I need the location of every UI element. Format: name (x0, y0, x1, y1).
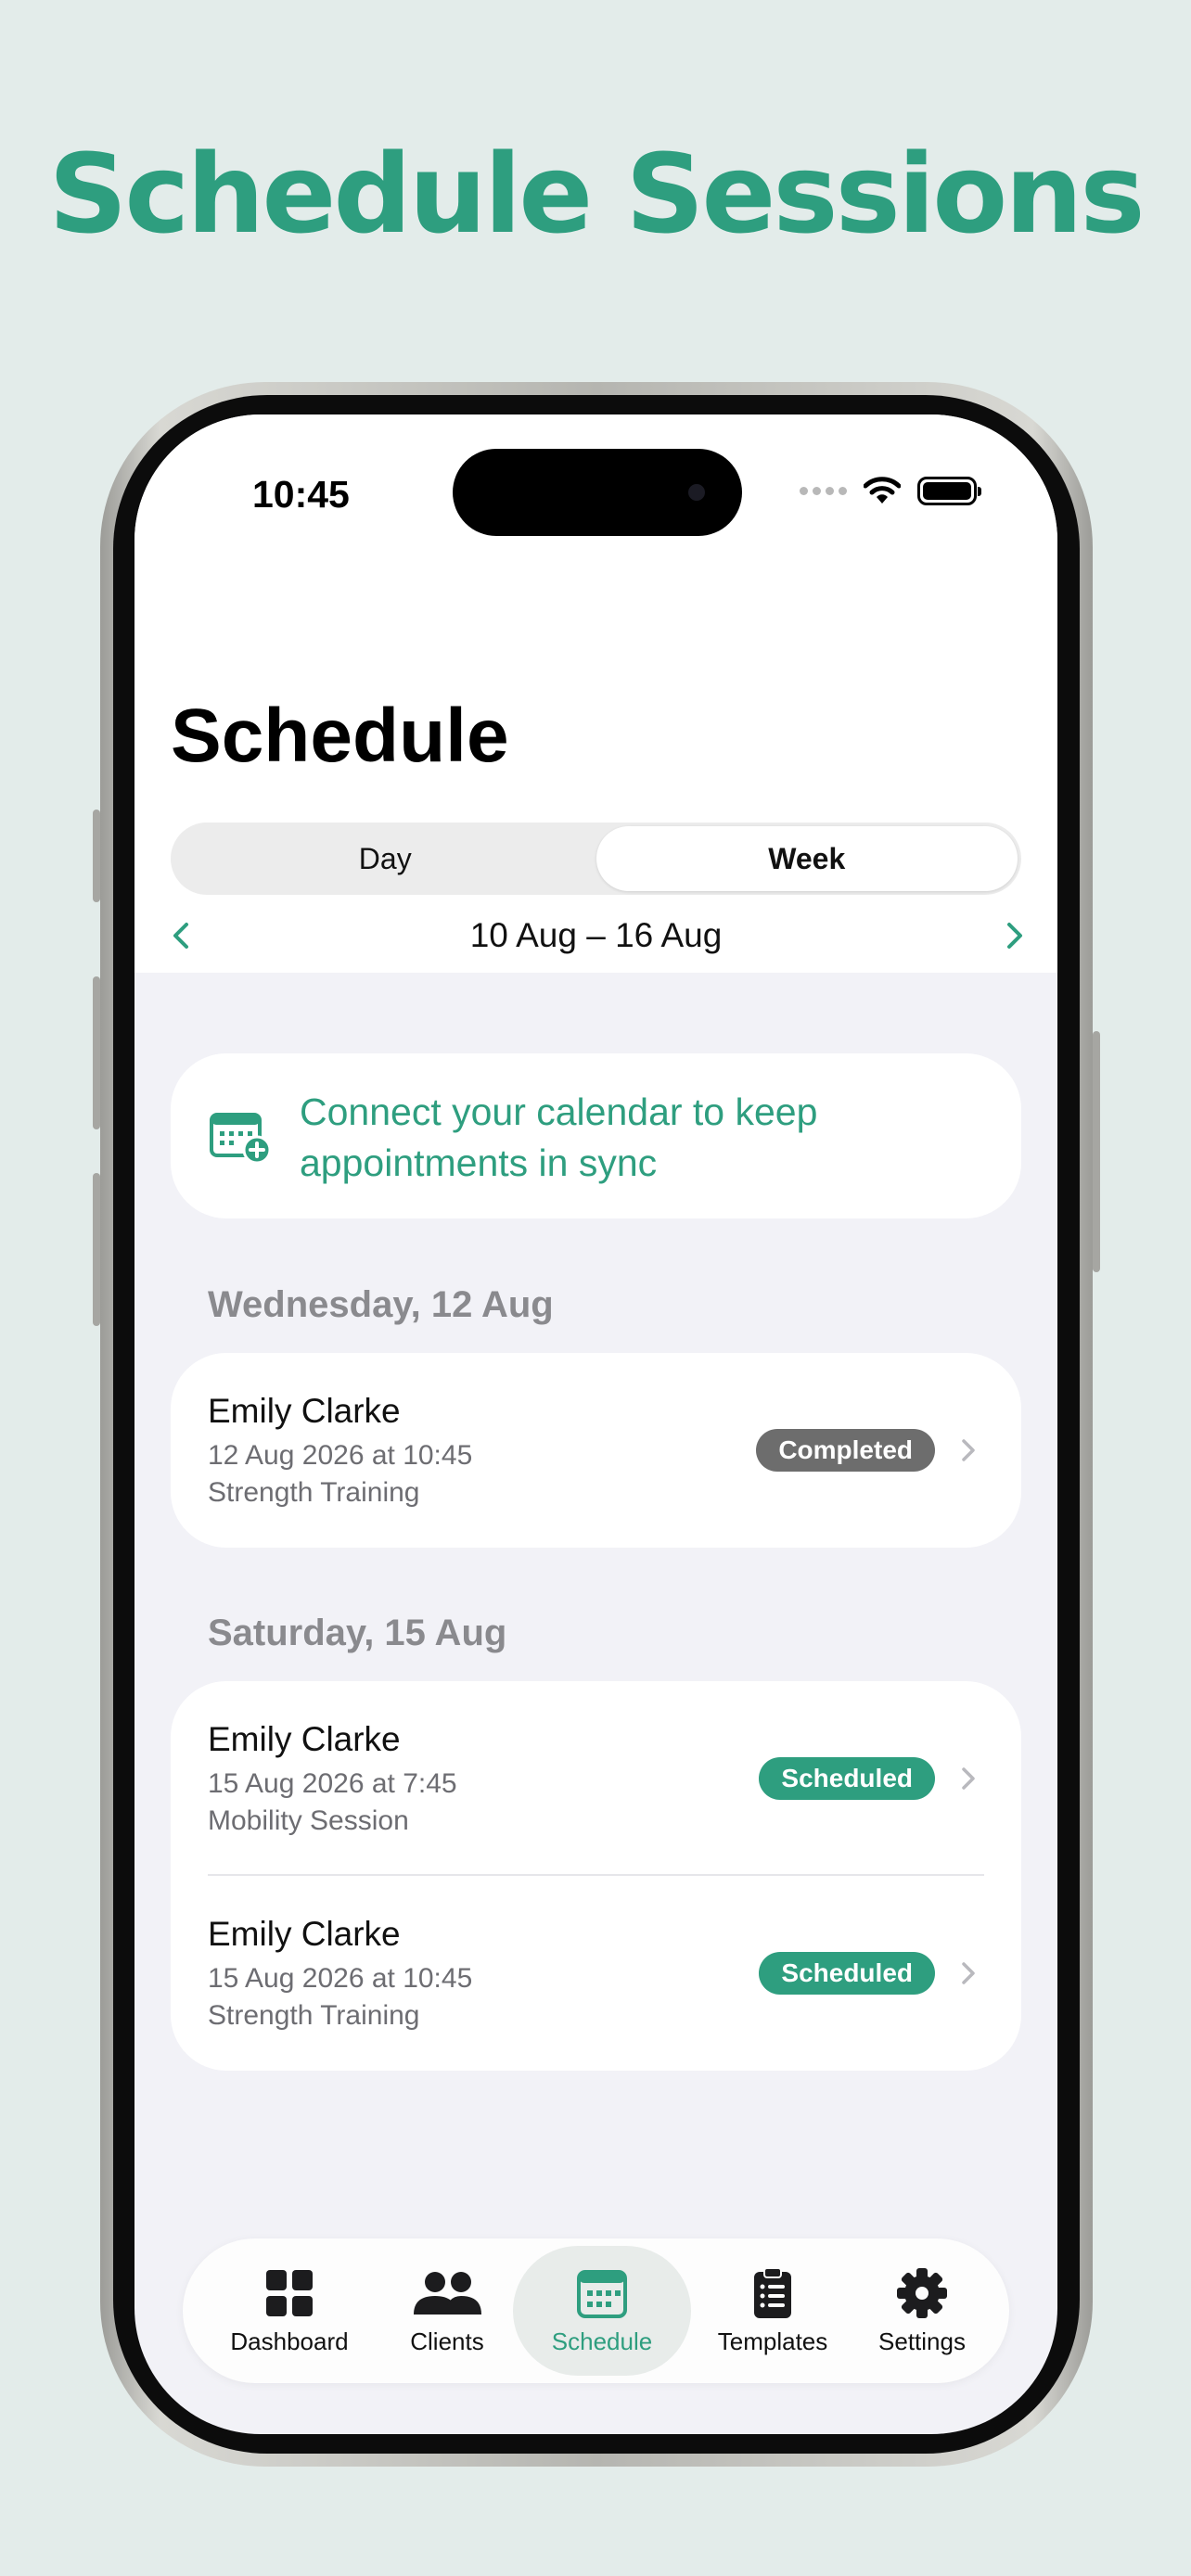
tab-label: Schedule (551, 2327, 653, 2355)
navigation-header: 10:45 Schedule Day Week 10 Aug – 16 Aug (134, 414, 1057, 973)
action-button (93, 810, 100, 902)
tab-clients[interactable]: Clients (378, 2238, 517, 2383)
session-row[interactable]: Emily Clarke 15 Aug 2026 at 7:45 Mobilit… (171, 1681, 1021, 1876)
banner-text: Connect your calendar to keep appointmen… (300, 1090, 818, 1184)
next-week-button[interactable] (992, 915, 1033, 956)
date-range-row: 10 Aug – 16 Aug (134, 908, 1057, 963)
session-datetime: 12 Aug 2026 at 10:45 (208, 1440, 473, 1471)
view-segmented-control[interactable]: Day Week (171, 823, 1021, 895)
tab-bar: Dashboard Clients Schedule Templates Set… (183, 2238, 1009, 2383)
status-badge: Scheduled (759, 1757, 935, 1800)
volume-down-button (93, 1173, 100, 1326)
status-badge: Completed (756, 1429, 935, 1472)
section-title: Saturday, 15 Aug (208, 1613, 507, 1653)
tab-label: Clients (410, 2327, 484, 2355)
calendar-plus-icon (210, 1113, 272, 1165)
session-row[interactable]: Emily Clarke 15 Aug 2026 at 10:45 Streng… (171, 1876, 1021, 2071)
chevron-right-icon (962, 1439, 975, 1461)
session-type: Strength Training (208, 1477, 420, 1508)
tab-schedule[interactable]: Schedule (513, 2246, 691, 2376)
segment-week[interactable]: Week (596, 826, 1018, 891)
clipboard-icon (754, 2266, 791, 2318)
session-datetime: 15 Aug 2026 at 7:45 (208, 1768, 457, 1799)
tab-label: Dashboard (230, 2327, 349, 2355)
session-type: Strength Training (208, 2000, 420, 2031)
camera-icon (688, 484, 705, 501)
session-card: Emily Clarke 12 Aug 2026 at 10:45 Streng… (171, 1353, 1021, 1548)
phone-screen: 10:45 Schedule Day Week 10 Aug – 16 Aug (134, 414, 1057, 2434)
calendar-icon (577, 2269, 627, 2318)
page-title: Schedule (171, 694, 509, 778)
people-icon (414, 2271, 481, 2315)
session-card: Emily Clarke 15 Aug 2026 at 7:45 Mobilit… (171, 1681, 1021, 2071)
status-icons (800, 475, 981, 506)
chevron-right-icon (962, 1962, 975, 1984)
power-button (1093, 1031, 1100, 1272)
session-type: Mobility Session (208, 1805, 409, 1836)
tab-dashboard[interactable]: Dashboard (216, 2238, 363, 2383)
wifi-icon (864, 477, 901, 504)
tab-label: Settings (878, 2327, 966, 2355)
battery-icon (917, 476, 981, 505)
section-title: Wednesday, 12 Aug (208, 1284, 554, 1325)
status-time: 10:45 (252, 473, 350, 516)
volume-up-button (93, 976, 100, 1129)
client-name: Emily Clarke (208, 1915, 401, 1953)
dynamic-island (453, 449, 742, 536)
promo-headline: Schedule Sessions (48, 130, 1145, 258)
cellular-signal-icon (800, 486, 847, 495)
session-datetime: 15 Aug 2026 at 10:45 (208, 1963, 473, 1994)
client-name: Emily Clarke (208, 1392, 401, 1430)
chevron-right-icon (962, 1767, 975, 1790)
status-badge: Scheduled (759, 1952, 935, 1995)
previous-week-button[interactable] (162, 915, 203, 956)
session-row[interactable]: Emily Clarke 12 Aug 2026 at 10:45 Streng… (171, 1353, 1021, 1548)
tab-settings[interactable]: Settings (852, 2238, 992, 2383)
grid-icon (266, 2269, 313, 2316)
client-name: Emily Clarke (208, 1720, 401, 1758)
chevron-left-icon (173, 923, 188, 949)
tab-templates[interactable]: Templates (698, 2238, 847, 2383)
segment-day[interactable]: Day (174, 826, 596, 891)
chevron-right-icon (1007, 923, 1022, 949)
tab-label: Templates (717, 2327, 828, 2355)
connect-calendar-banner[interactable]: Connect your calendar to keep appointmen… (171, 1053, 1021, 1218)
date-range-label: 10 Aug – 16 Aug (469, 916, 723, 954)
gear-icon (897, 2267, 947, 2318)
